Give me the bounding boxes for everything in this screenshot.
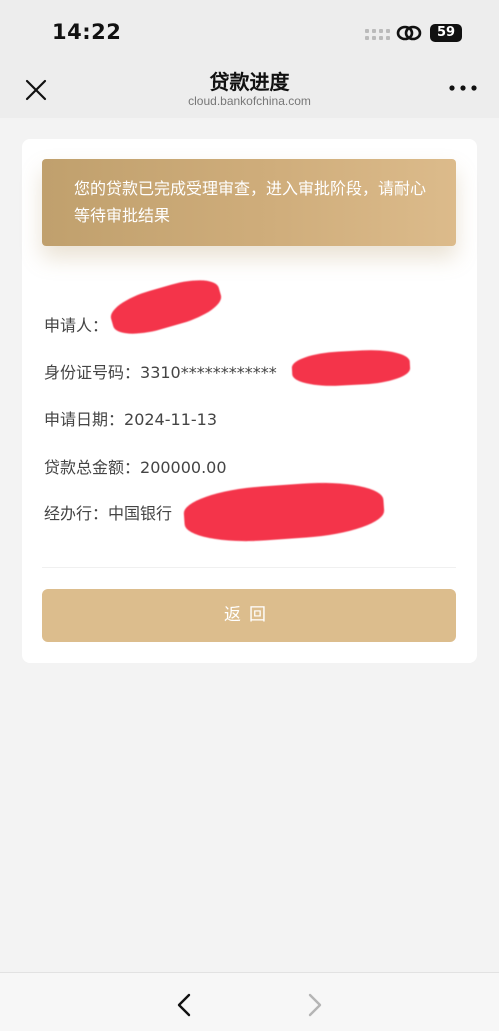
loan-amount-label: 贷款总金额： bbox=[44, 458, 141, 477]
nav-header: 贷款进度 cloud.bankofchina.com bbox=[0, 62, 499, 118]
status-notice-banner: 您的贷款已完成受理审查，进入审批阶段，请耐心等待审批结果 bbox=[42, 159, 456, 246]
back-arrow-icon[interactable] bbox=[174, 992, 196, 1018]
status-bar: 14:22 59 bbox=[0, 0, 499, 62]
apply-date-value: 2024-11-13 bbox=[124, 410, 217, 429]
page-title: 贷款进度 bbox=[209, 70, 290, 94]
loan-progress-card: 您的贷款已完成受理审查，进入审批阶段，请耐心等待审批结果 申请人： 身份证号码：… bbox=[22, 139, 477, 663]
branch-label: 经办行： bbox=[44, 504, 109, 523]
apply-date-row: 申请日期：2024-11-13 bbox=[44, 406, 217, 430]
divider bbox=[42, 567, 456, 568]
id-number-value: 3310************ bbox=[140, 363, 277, 382]
page-url: cloud.bankofchina.com bbox=[188, 94, 311, 108]
return-button[interactable]: 返回 bbox=[42, 589, 456, 642]
branch-value: 中国银行 bbox=[108, 504, 173, 523]
applicant-row: 申请人： bbox=[44, 312, 108, 336]
more-options-icon[interactable] bbox=[446, 80, 480, 96]
loan-amount-value: 200000.00 bbox=[140, 458, 227, 477]
status-time: 14:22 bbox=[52, 20, 122, 44]
cellular-signal-icon bbox=[365, 29, 390, 40]
id-number-label: 身份证号码： bbox=[44, 363, 141, 382]
bottom-toolbar bbox=[0, 972, 499, 1031]
forward-arrow-icon[interactable] bbox=[303, 992, 325, 1018]
redaction-mark bbox=[106, 272, 226, 342]
link-icon bbox=[396, 25, 422, 41]
battery-indicator: 59 bbox=[430, 24, 462, 42]
redaction-mark bbox=[291, 347, 411, 389]
redaction-mark bbox=[182, 478, 386, 546]
apply-date-label: 申请日期： bbox=[44, 410, 125, 429]
id-number-row: 身份证号码：3310************ bbox=[44, 359, 277, 383]
branch-row: 经办行：中国银行 bbox=[44, 500, 172, 524]
loan-amount-row: 贷款总金额：200000.00 bbox=[44, 454, 227, 478]
applicant-label: 申请人： bbox=[44, 316, 109, 335]
